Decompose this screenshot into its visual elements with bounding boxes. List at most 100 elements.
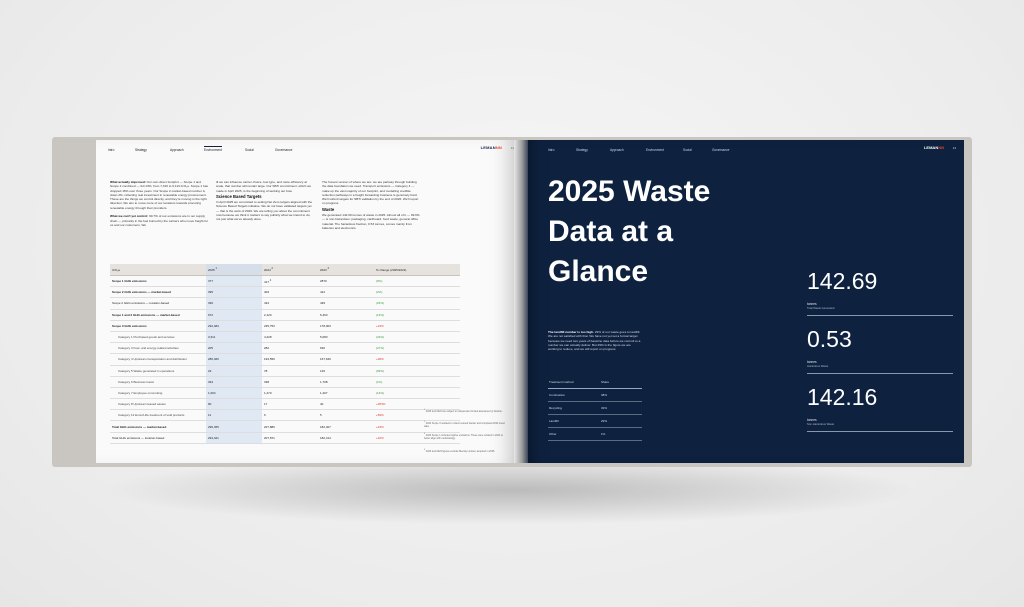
nav-item-social[interactable]: Social	[683, 148, 692, 152]
table-row: Category 12 End-of-life treatment of sol…	[110, 409, 460, 422]
page-title: 2025 Waste Data at a Glance	[548, 172, 808, 292]
value-2023: 182,414	[318, 432, 374, 444]
right-page-nav: Intro Strategy Approach Environment Soci…	[548, 148, 950, 158]
nav-item-environment[interactable]: Environment	[646, 148, 664, 152]
value-2024: 417 4	[262, 275, 318, 288]
text-column-2: tll we can influence carrier choice, fue…	[216, 180, 314, 222]
value-2024: 2,120	[262, 309, 318, 321]
emissions-table: tCO₂e 2025 1 2024 2 2023 3 % change (202…	[110, 264, 460, 444]
row-label: Category 1 Purchased goods and services	[110, 331, 206, 344]
stat-unit: tonnes	[807, 360, 817, 364]
stat-divider	[807, 373, 953, 374]
stat-value: 142.69	[807, 268, 878, 294]
row-label: Scope 3 GHG emissions	[110, 320, 206, 332]
value-2023: 1,407	[318, 387, 374, 400]
right-page: Intro Strategy Approach Environment Soci…	[528, 140, 964, 463]
treatment-share: 29%	[600, 414, 642, 428]
row-label: Category 8 Upstream leased assets	[110, 398, 206, 411]
value-2025: 294,421	[206, 432, 262, 444]
value-2024: 6	[262, 409, 318, 422]
nav-item-approach[interactable]: Approach	[610, 148, 624, 152]
footnote: 2 2024 Scope 3 restated to reflect revis…	[424, 421, 505, 429]
paragraph-sbti: In April 2025 we committed to setting Ne…	[216, 200, 313, 222]
left-page-nav: Intro Strategy Approach Environment Soci…	[108, 146, 504, 158]
treatment-method: Landfill	[548, 414, 600, 428]
table-row: Category 6 Business travel 334 338 1,708 (1%…	[110, 376, 460, 388]
value-2024: 1,270	[262, 387, 318, 400]
heading-sbti: Science Based Targets	[216, 193, 262, 199]
row-label: Category 4 Upstream transportation and d…	[110, 353, 206, 366]
table-row: Category 5 Waste generated in operations…	[110, 365, 460, 377]
value-2024: 338	[262, 376, 318, 388]
brand-logo: LEMANNN	[480, 145, 502, 150]
paragraph-waste: We generated 142.69 tonnes of waste in 2…	[322, 213, 420, 230]
value-change: (9%)	[374, 275, 460, 288]
paragraph-honest: The honest version of where we are: we a…	[322, 180, 419, 206]
value-2023: 167,646	[318, 353, 374, 366]
treatment-method: Combustion	[548, 388, 600, 402]
value-2023: 630	[318, 342, 374, 355]
stat-unit: tonnes	[807, 418, 817, 422]
title-line-2: Data at a	[548, 215, 674, 248]
nav-item-strategy[interactable]: Strategy	[135, 148, 147, 152]
table-row: Total GHG emissions — location-based 294,…	[110, 432, 460, 444]
nav-item-environment[interactable]: Environment	[204, 146, 222, 152]
row-label: Category 5 Waste generated in operations	[110, 365, 206, 377]
table-row: Scope 2 GHG emissions — market-based 395 4…	[110, 286, 460, 299]
nav-item-strategy[interactable]: Strategy	[576, 148, 588, 152]
table-row: Combustion 38%	[548, 388, 642, 402]
treatment-share: 1%	[600, 427, 642, 441]
brand-logo: LEMANNN	[923, 145, 944, 150]
nav-item-approach[interactable]: Approach	[170, 148, 184, 152]
nav-item-intro[interactable]: Intro	[548, 148, 554, 152]
stat-value: 0.53	[807, 326, 852, 352]
value-2023: 412	[318, 286, 374, 299]
table-row: Category 8 Upstream leased assets 60 17 40 +…	[110, 398, 460, 411]
text-column-3: The honest version of where we are: we a…	[322, 180, 420, 230]
value-change: (22%)	[374, 331, 460, 344]
nav-item-governance[interactable]: Governance	[712, 148, 729, 152]
left-page: Intro Strategy Approach Environment Soci…	[96, 140, 516, 463]
value-2025: 286,466	[206, 353, 262, 366]
header-2024: 2024 2	[262, 264, 318, 276]
nav-item-intro[interactable]: Intro	[108, 148, 114, 152]
value-2023: 2870	[318, 275, 374, 288]
table-row: Category 1 Purchased goods and services 3…	[110, 331, 460, 344]
header-method: Treatment method	[548, 376, 600, 389]
value-2023: 178,003	[318, 320, 374, 332]
table-row: Total GHG emissions — market-based 296,45…	[110, 420, 460, 433]
value-2024: 403	[262, 286, 318, 299]
value-2025: 395	[206, 286, 262, 299]
table-row: Scope 1 and 2 GHG emissions — market-bas…	[110, 309, 460, 321]
table-row: Category 4 Upstream transportation and d…	[110, 353, 460, 366]
value-2025: 292,484	[206, 320, 262, 332]
paragraph-carrier: tll we can influence carrier choice, fue…	[216, 180, 312, 193]
row-label: Scope 2 GHG emissions — market-based	[110, 286, 206, 299]
stat-divider	[807, 315, 953, 316]
value-2025: 60	[206, 398, 262, 411]
value-change: +48%	[374, 353, 460, 366]
value-2023: 126	[318, 365, 374, 377]
header-change: % change (2025/2024)	[374, 264, 460, 276]
value-2025: 672	[206, 309, 262, 321]
table-row: Scope 1 GHG emissions 377 417 4 2870 (9%)	[110, 275, 460, 288]
landfill-intro: The landfill number is too high. 29% of …	[548, 330, 642, 351]
row-label: Scope 1 GHG emissions	[110, 275, 206, 288]
treatment-method: Other	[548, 427, 600, 441]
title-line-3: Glance	[548, 255, 649, 288]
stat-label: Hazardous Waste	[807, 365, 829, 368]
nav-item-social[interactable]: Social	[245, 148, 254, 152]
table-row: Category 3 Fuel- and energy-related acti…	[110, 342, 460, 355]
stat-block: 0.53 tonnes Hazardous Waste	[807, 326, 953, 374]
value-2024: 207,880	[262, 420, 318, 433]
header-2025: 2025 1	[206, 264, 262, 276]
nav-item-governance[interactable]: Governance	[275, 148, 292, 152]
row-label: Scope 2 GHG emissions — location-based	[110, 297, 206, 310]
header-2023: 2023 3	[318, 264, 374, 276]
value-change: (27%)	[374, 342, 460, 355]
title-line-1: 2025 Waste	[548, 175, 711, 208]
page-number: 13	[952, 146, 956, 150]
value-2025: 296,455	[206, 420, 262, 433]
table-row: Other 1%	[548, 427, 642, 441]
treatment-header-row: Treatment method Share	[548, 376, 642, 389]
